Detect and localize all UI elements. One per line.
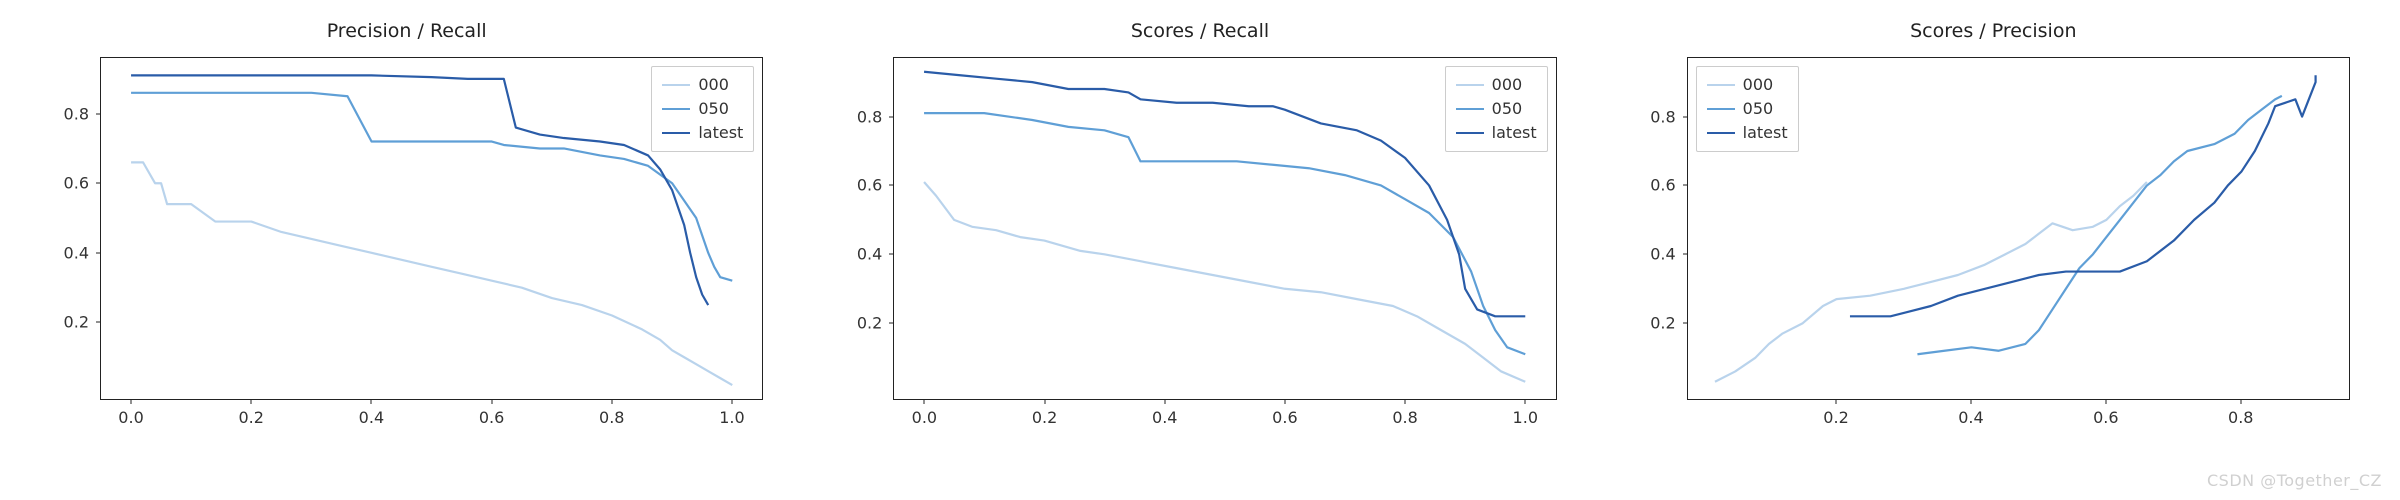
x-tick-label: 0.2: [238, 408, 263, 427]
x-tick-label: 0.8: [599, 408, 624, 427]
y-tick-label: 0.6: [857, 176, 882, 195]
x-tick-label: 1.0: [1513, 408, 1538, 427]
x-tick-label: 0.0: [912, 408, 937, 427]
series-line: [1850, 75, 2316, 316]
legend-entry: 000: [1456, 73, 1537, 97]
legend-label: latest: [1492, 121, 1537, 145]
x-tick-label: 0.4: [1958, 408, 1983, 427]
y-tick-label: 0.2: [1650, 314, 1675, 333]
legend-entry: 050: [1707, 97, 1788, 121]
y-tick-label: 0.2: [64, 313, 89, 332]
legend-entry: 000: [1707, 73, 1788, 97]
legend-label: 050: [1492, 97, 1523, 121]
chart-title: Scores / Precision: [1627, 20, 2360, 44]
x-tick-label: 1.0: [719, 408, 744, 427]
legend-entry: latest: [662, 121, 743, 145]
legend-swatch: [662, 84, 690, 86]
legend-label: 000: [1743, 73, 1774, 97]
x-tick-label: 0.6: [2093, 408, 2118, 427]
series-line: [924, 182, 1525, 382]
y-tick-label: 0.8: [1650, 107, 1675, 126]
y-tick-label: 0.4: [64, 243, 89, 262]
axes: 0.00.20.40.60.81.00.20.40.60.8000050late…: [100, 57, 763, 400]
y-tick-label: 0.4: [1650, 245, 1675, 264]
chart-panel: Precision / Recall0.00.20.40.60.81.00.20…: [40, 20, 773, 440]
legend-swatch: [662, 132, 690, 134]
legend-swatch: [1707, 132, 1735, 134]
y-tick-label: 0.4: [857, 245, 882, 264]
x-tick-label: 0.8: [1392, 408, 1417, 427]
legend-swatch: [1456, 108, 1484, 110]
legend-swatch: [662, 108, 690, 110]
series-line: [924, 72, 1525, 317]
chart-panel: Scores / Recall0.00.20.40.60.81.00.20.40…: [833, 20, 1566, 440]
legend-swatch: [1707, 84, 1735, 86]
series-line: [131, 162, 732, 385]
legend-swatch: [1456, 132, 1484, 134]
y-tick-label: 0.2: [857, 314, 882, 333]
x-tick-label: 0.4: [359, 408, 384, 427]
series-line: [131, 93, 732, 281]
chart-title: Precision / Recall: [40, 20, 773, 44]
legend-label: latest: [698, 121, 743, 145]
legend-label: 050: [698, 97, 729, 121]
series-line: [1917, 96, 2281, 354]
y-tick-label: 0.6: [64, 174, 89, 193]
x-tick-label: 0.6: [479, 408, 504, 427]
y-tick-label: 0.6: [1650, 176, 1675, 195]
x-tick-label: 0.4: [1152, 408, 1177, 427]
legend-swatch: [1456, 84, 1484, 86]
x-tick-label: 0.2: [1823, 408, 1848, 427]
y-tick-label: 0.8: [857, 107, 882, 126]
legend-entry: 050: [662, 97, 743, 121]
x-tick-label: 0.8: [2228, 408, 2253, 427]
figure: Precision / Recall0.00.20.40.60.81.00.20…: [0, 0, 2400, 500]
legend-entry: 050: [1456, 97, 1537, 121]
legend-label: 000: [1492, 73, 1523, 97]
legend-swatch: [1707, 108, 1735, 110]
chart-title: Scores / Recall: [833, 20, 1566, 44]
x-tick-label: 0.6: [1272, 408, 1297, 427]
legend-label: 050: [1743, 97, 1774, 121]
legend: 000050latest: [1696, 66, 1799, 152]
legend-label: 000: [698, 73, 729, 97]
chart-panel: Scores / Precision0.20.40.60.80.20.40.60…: [1627, 20, 2360, 440]
legend: 000050latest: [651, 66, 754, 152]
y-tick-label: 0.8: [64, 104, 89, 123]
x-tick-label: 0.2: [1032, 408, 1057, 427]
legend: 000050latest: [1445, 66, 1548, 152]
legend-label: latest: [1743, 121, 1788, 145]
legend-entry: 000: [662, 73, 743, 97]
series-line: [131, 75, 708, 305]
axes: 0.00.20.40.60.81.00.20.40.60.8000050late…: [893, 57, 1556, 400]
legend-entry: latest: [1707, 121, 1788, 145]
axes: 0.20.40.60.80.20.40.60.8000050latest: [1687, 57, 2350, 400]
x-tick-label: 0.0: [118, 408, 143, 427]
watermark: CSDN @Together_CZ: [2207, 471, 2382, 490]
series-line: [924, 113, 1525, 354]
legend-entry: latest: [1456, 121, 1537, 145]
